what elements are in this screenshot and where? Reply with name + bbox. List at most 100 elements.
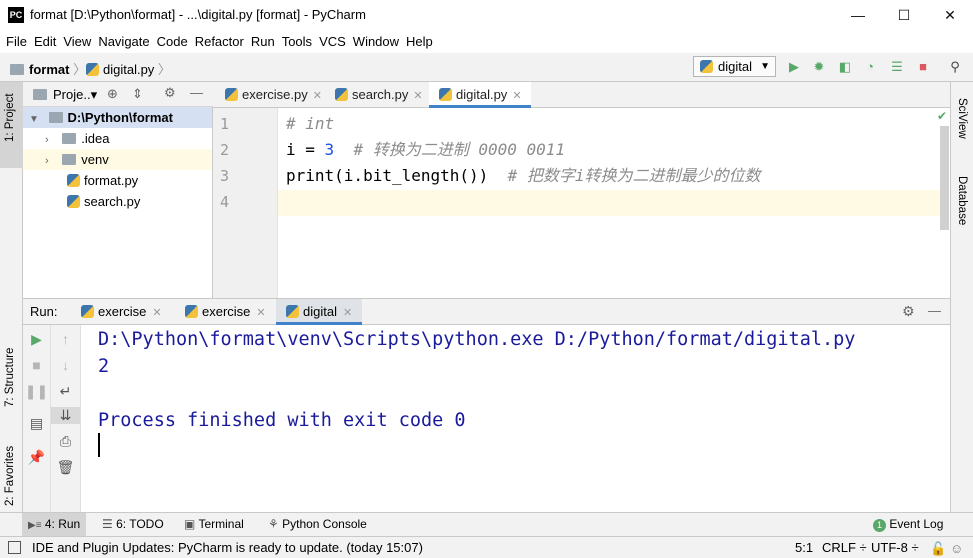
menu-tools[interactable]: Tools: [279, 31, 315, 53]
debug-icon[interactable]: ✹: [811, 59, 827, 75]
run-toolbar-primary: ▶ ■ ❚❚ ▤ 📌: [23, 325, 51, 512]
close-tab-icon[interactable]: ✕: [343, 307, 352, 319]
encoding-selector[interactable]: UTF-8 ÷: [871, 540, 919, 555]
python-file-icon: [86, 63, 99, 76]
editor-tabs: exercise.py ✕ search.py ✕ digital.py ✕: [213, 82, 950, 108]
chevron-right-icon: ›: [45, 134, 49, 146]
hide-icon[interactable]: —: [190, 85, 203, 100]
event-log-tool-tab[interactable]: 1 Event Log: [867, 513, 949, 536]
menu-view[interactable]: View: [60, 31, 94, 53]
caret-position[interactable]: 5:1: [795, 540, 813, 555]
python-icon: [185, 305, 198, 318]
close-tab-icon[interactable]: ✕: [512, 90, 521, 102]
breadcrumb-file[interactable]: digital.py 〉: [86, 59, 171, 78]
menu-run[interactable]: Run: [248, 31, 278, 53]
project-tool-tab[interactable]: 1: Project: [0, 82, 23, 168]
inspector-icon[interactable]: ☺: [950, 541, 963, 556]
event-count-badge: 1: [873, 519, 886, 532]
menu-navigate[interactable]: Navigate: [95, 31, 152, 53]
menu-window[interactable]: Window: [350, 31, 402, 53]
python-file-icon: [439, 88, 452, 101]
tree-item-idea[interactable]: › .idea: [23, 128, 212, 149]
todo-tool-tab[interactable]: ☰ 6: TODO: [96, 513, 170, 536]
lock-icon[interactable]: 🔓: [930, 541, 946, 557]
python-console-tool-tab[interactable]: ⚘ Python Console: [262, 513, 373, 536]
menu-vcs[interactable]: VCS: [316, 31, 349, 53]
hide-icon[interactable]: —: [928, 303, 941, 318]
tab-exercise-py[interactable]: exercise.py ✕: [215, 82, 322, 108]
gear-icon[interactable]: ⚙: [902, 303, 915, 320]
coverage-icon[interactable]: ◧: [837, 59, 853, 75]
print-icon[interactable]: ⎙: [51, 433, 80, 450]
stop-icon[interactable]: ■: [23, 357, 50, 373]
folder-icon: [62, 154, 77, 165]
pycharm-logo-icon: PC: [8, 7, 24, 23]
profile-icon[interactable]: ◔: [862, 59, 878, 75]
arrow-up-icon[interactable]: ↑: [51, 331, 80, 347]
menu-file[interactable]: File: [3, 31, 30, 53]
restore-layout-icon[interactable]: ▤: [23, 415, 50, 432]
run-tab-exercise-1[interactable]: exercise ✕: [75, 299, 168, 325]
gear-icon[interactable]: ⚙: [164, 85, 176, 101]
run-tab-exercise-2[interactable]: exercise ✕: [179, 299, 272, 325]
terminal-tool-tab[interactable]: ▣ Terminal: [178, 513, 250, 536]
scroll-to-end-icon[interactable]: ⇊: [51, 407, 80, 424]
tree-item-label: .idea: [81, 131, 110, 146]
python-file-icon: [335, 88, 348, 101]
status-message[interactable]: IDE and Plugin Updates: PyCharm is ready…: [32, 540, 423, 555]
favorites-tool-tab[interactable]: 2: Favorites: [0, 422, 23, 512]
window-title: format [D:\Python\format] - ...\digital.…: [30, 7, 366, 22]
run-tab-label: digital: [303, 304, 337, 319]
tree-root[interactable]: ▼ D:\Python\format: [23, 107, 212, 128]
line-number-gutter: 1 2 3 4: [213, 108, 278, 298]
run-toolbar-secondary: ↑ ↓ ↵ ⇊ ⎙ 🗑: [51, 325, 81, 512]
tree-item-venv[interactable]: › venv: [23, 149, 212, 170]
tree-item-search-py[interactable]: search.py: [23, 191, 212, 212]
run-tab-digital[interactable]: digital ✕: [276, 299, 363, 325]
menu-code[interactable]: Code: [154, 31, 191, 53]
python-icon: [81, 305, 94, 318]
minimize-button[interactable]: —: [835, 0, 881, 31]
maximize-button[interactable]: ☐: [881, 0, 927, 31]
tree-root-label: D:\Python\format: [67, 110, 173, 125]
breadcrumb-project[interactable]: format 〉: [10, 59, 86, 78]
search-icon[interactable]: ⚲: [947, 59, 963, 75]
run-console-output[interactable]: D:\Python\format\venv\Scripts\python.exe…: [81, 325, 950, 512]
menu-bar: File Edit View Navigate Code Refactor Run Tools…: [0, 31, 973, 53]
pause-icon[interactable]: ❚❚: [23, 383, 50, 400]
close-tab-icon[interactable]: ✕: [256, 307, 265, 319]
structure-tool-tab[interactable]: 7: Structure: [0, 322, 23, 412]
rerun-icon[interactable]: ▶: [23, 331, 50, 348]
line-separator-selector[interactable]: CRLF ÷: [822, 540, 867, 555]
menu-edit[interactable]: Edit: [31, 31, 59, 53]
menu-refactor[interactable]: Refactor: [192, 31, 247, 53]
menu-help[interactable]: Help: [403, 31, 436, 53]
tab-search-py[interactable]: search.py ✕: [325, 82, 429, 108]
run-tool-tab[interactable]: ▶≡ 4: Run: [22, 513, 87, 536]
run-panel-header: Run: exercise ✕ exercise ✕ digital ✕ ⚙ —: [23, 298, 950, 325]
code-lines[interactable]: # int i = 3 # 转换为二进制 0000 0011 print(i.b…: [278, 108, 940, 298]
tree-item-format-py[interactable]: format.py: [23, 170, 212, 191]
run-icon[interactable]: ▶: [786, 59, 802, 75]
soft-wrap-icon[interactable]: ↵: [51, 383, 80, 400]
trash-icon[interactable]: 🗑: [51, 459, 80, 476]
target-icon[interactable]: ⊕: [107, 86, 118, 102]
database-tool-tab[interactable]: Database: [951, 168, 973, 238]
concurrency-icon[interactable]: ☰: [889, 59, 905, 75]
editor-scrollbar[interactable]: [940, 126, 949, 230]
sciview-tool-tab[interactable]: SciView: [951, 90, 973, 160]
status-toggle-icon[interactable]: [8, 541, 21, 554]
project-view-selector[interactable]: Proje..▾: [53, 87, 97, 103]
code-line-3: print(i.bit_length()) # 把数字i转换为二进制最少的位数: [286, 166, 761, 185]
pin-icon[interactable]: 📌: [23, 449, 50, 466]
arrow-down-icon[interactable]: ↓: [51, 357, 80, 373]
close-button[interactable]: ✕: [927, 0, 973, 31]
stop-icon[interactable]: ■: [915, 59, 931, 75]
close-tab-icon[interactable]: ✕: [152, 307, 161, 319]
close-tab-icon[interactable]: ✕: [313, 90, 322, 102]
run-configuration-select[interactable]: digital ▼: [693, 56, 776, 77]
tab-digital-py[interactable]: digital.py ✕: [429, 82, 531, 108]
close-tab-icon[interactable]: ✕: [413, 90, 422, 102]
collapse-all-icon[interactable]: ⇕: [132, 86, 143, 102]
code-line-2: i = 3 # 转换为二进制 0000 0011: [286, 140, 566, 159]
